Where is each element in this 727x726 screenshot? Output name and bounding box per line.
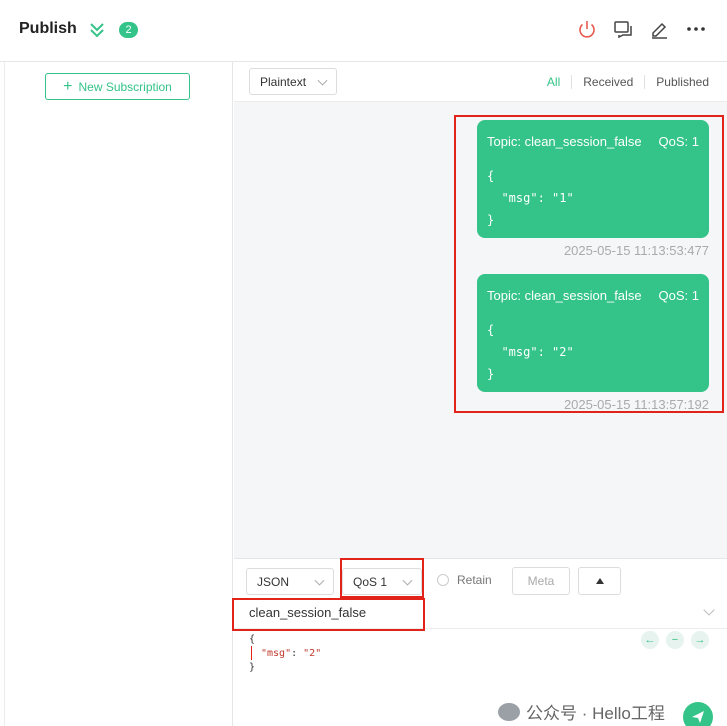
new-subscription-button[interactable]: + New Subscription [45,73,190,100]
highlight-box [340,558,424,598]
payload-format-value: Plaintext [260,74,307,89]
retain-label: Retain [457,573,492,587]
message-count-badge: 2 [119,22,138,38]
send-button[interactable] [683,702,713,726]
meta-button[interactable]: Meta [512,567,570,595]
history-back-icon[interactable]: ← [641,631,659,649]
divider [4,62,5,726]
radio-icon [437,574,449,586]
disconnect-icon[interactable] [576,18,598,40]
watermark: 公众号 · Hello工程 [498,699,665,724]
header: Publish 2 [0,0,727,62]
edit-icon[interactable] [648,18,670,40]
payload-line: "msg": "2" [249,647,321,661]
publish-composer: JSON QoS 1 Retain Meta clean_session_fal… [234,558,727,726]
payload-type-value: JSON [257,574,290,589]
watermark-text: 公众号 · Hello工程 [526,704,665,723]
chevron-down-icon [314,575,325,586]
payload-key: "msg" [261,648,292,659]
page-title: Publish [19,20,77,37]
text-cursor [251,646,252,660]
filter-received[interactable]: Received [571,75,644,89]
chat-icon[interactable] [612,18,634,40]
expand-button[interactable] [578,567,621,595]
chevron-down-icon [317,75,328,86]
more-icon[interactable] [685,18,707,40]
send-icon [692,711,704,723]
history-clear-icon[interactable]: − [666,631,684,649]
message-filter-tabs: All Received Published [536,75,709,89]
payload-value: "2" [303,648,322,659]
payload-format-select[interactable]: Plaintext [249,68,337,95]
highlight-box [232,598,425,631]
message-toolbar: Plaintext All Received Published [234,62,727,102]
retain-checkbox[interactable]: Retain [437,573,492,587]
new-subscription-label: New Subscription [78,79,172,94]
plus-icon: + [63,77,73,95]
chevron-down-icon[interactable] [703,604,715,616]
payload-line: { [249,634,256,645]
meta-label: Meta [527,574,555,588]
payload-line: } [249,662,256,673]
payload-editor[interactable]: { "msg": "2" } [249,633,321,675]
history-forward-icon[interactable]: → [691,631,709,649]
caret-up-icon [595,578,604,584]
subscriptions-sidebar: + New Subscription [0,62,233,726]
payload-type-select[interactable]: JSON [246,568,334,595]
payload-separator: : [291,648,304,659]
double-chevron-down-icon[interactable] [88,20,106,40]
filter-all[interactable]: All [536,75,571,89]
highlight-box [454,115,724,413]
wechat-logo-icon [498,702,520,721]
filter-published[interactable]: Published [644,75,709,89]
